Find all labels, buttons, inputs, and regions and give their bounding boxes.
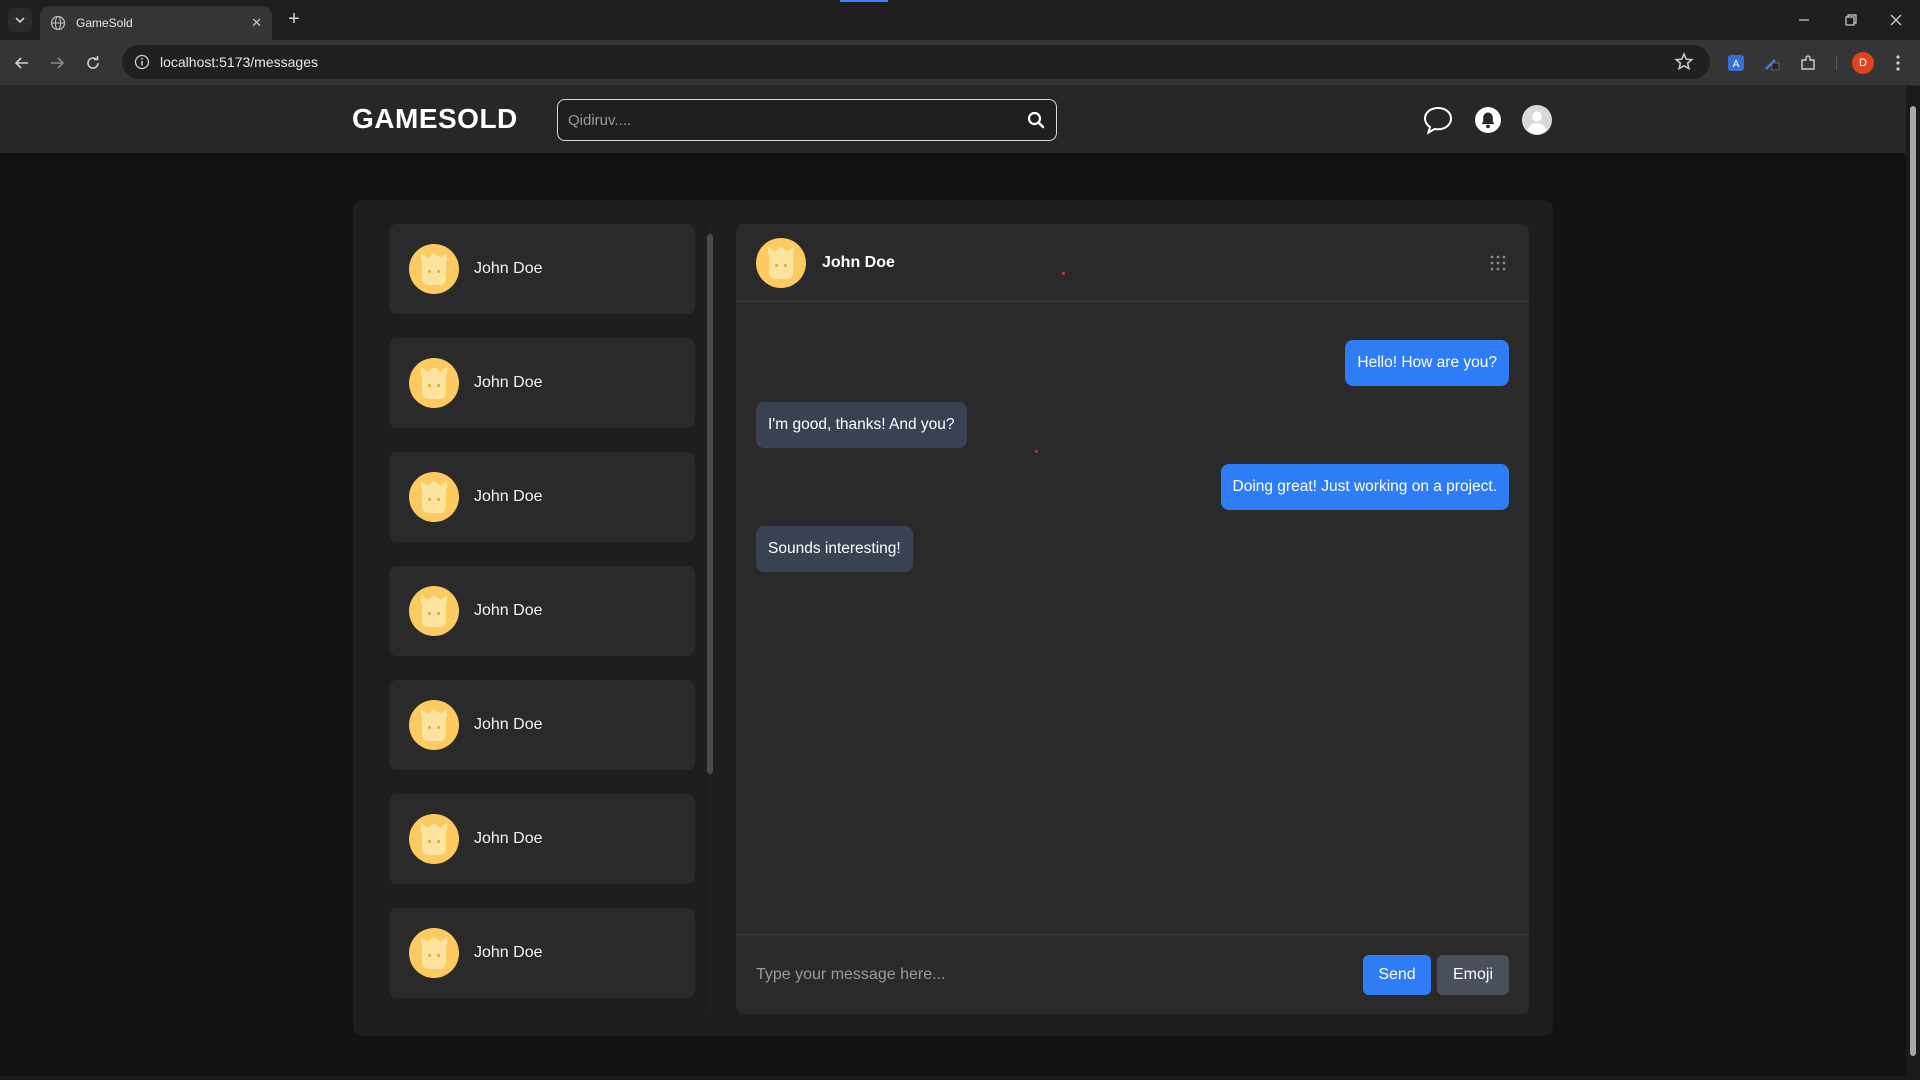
user-avatar-icon — [1522, 105, 1552, 135]
messages-panel: John Doe John Doe John Doe John Doe John Doe… — [353, 200, 1553, 1036]
contact-list-scrollbar[interactable] — [706, 224, 714, 1014]
contact-item[interactable]: John Doe — [389, 908, 695, 998]
browser-tab-bar: GameSold ✕ + — [0, 0, 1920, 40]
close-tab-icon[interactable]: ✕ — [251, 15, 262, 31]
search-bar — [557, 99, 1057, 141]
chat-window: John Doe Hello! How are you? I'm good, th… — [736, 224, 1529, 1014]
translate-extension[interactable]: A — [1724, 51, 1748, 75]
message-thread: Hello! How are you? I'm good, thanks! And… — [756, 340, 1509, 588]
url-text: localhost:5173/messages — [160, 54, 318, 70]
back-button[interactable] — [10, 51, 34, 75]
new-tab-button[interactable]: + — [283, 9, 305, 31]
message-input[interactable] — [756, 965, 1353, 984]
contact-item[interactable]: John Doe — [389, 224, 695, 314]
contact-avatar — [409, 244, 459, 294]
stray-dot — [1035, 450, 1038, 453]
contact-name: John Doe — [474, 602, 543, 619]
notifications-button[interactable] — [1472, 104, 1504, 136]
contact-avatar — [409, 814, 459, 864]
contact-avatar — [409, 586, 459, 636]
sent-message-bubble: Hello! How are you? — [1345, 340, 1509, 386]
contact-item[interactable]: John Doe — [389, 452, 695, 542]
more-vertical-icon — [1896, 55, 1900, 71]
restore-button[interactable] — [1841, 10, 1861, 30]
message-row: Doing great! Just working on a project. — [756, 464, 1509, 510]
contact-avatar — [409, 472, 459, 522]
site-header: GAMESOLD — [0, 86, 1906, 153]
reload-icon — [87, 56, 99, 69]
restore-icon — [1845, 14, 1857, 26]
tab-search-button[interactable] — [8, 8, 32, 32]
received-message-bubble: I'm good, thanks! And you? — [756, 402, 967, 448]
bookmark-button[interactable] — [1672, 50, 1696, 79]
close-window-button[interactable] — [1886, 10, 1906, 30]
dropper-icon — [1765, 59, 1780, 71]
contact-name: John Doe — [474, 374, 543, 391]
arrow-right-icon — [51, 57, 65, 69]
svg-text:A: A — [1733, 59, 1740, 70]
stray-dot — [1062, 272, 1065, 275]
globe-icon — [50, 15, 66, 31]
browser-tab[interactable]: GameSold ✕ — [40, 6, 272, 40]
forward-button[interactable] — [45, 51, 69, 75]
star-icon — [1674, 52, 1694, 71]
page-scrollbar-thumb[interactable] — [1910, 106, 1916, 1056]
user-profile-button[interactable] — [1521, 104, 1553, 136]
tab-activity-indicator — [840, 0, 888, 2]
bottom-edge — [0, 1076, 1906, 1080]
address-bar[interactable]: localhost:5173/messages — [122, 45, 1710, 79]
contact-name: John Doe — [474, 260, 543, 277]
contact-item[interactable]: John Doe — [389, 338, 695, 428]
contact-name: John Doe — [474, 830, 543, 847]
emoji-button[interactable]: Emoji — [1437, 954, 1509, 995]
contact-list[interactable]: John Doe John Doe John Doe John Doe John Doe… — [389, 224, 695, 1014]
contact-name: John Doe — [474, 488, 543, 505]
minimize-icon — [1799, 19, 1809, 21]
contact-avatar — [409, 700, 459, 750]
received-message-bubble: Sounds interesting! — [756, 526, 913, 572]
page-scrollbar[interactable] — [1906, 86, 1920, 1080]
site-info-icon[interactable] — [130, 50, 154, 74]
chat-contact-name: John Doe — [822, 253, 895, 271]
extensions-button[interactable] — [1796, 51, 1820, 75]
contact-item[interactable]: John Doe — [389, 680, 695, 770]
contact-item[interactable]: John Doe — [389, 566, 695, 656]
close-icon — [1890, 14, 1902, 26]
arrow-left-icon — [14, 57, 28, 69]
browser-menu-button[interactable] — [1886, 51, 1910, 75]
send-button[interactable]: Send — [1363, 954, 1431, 995]
message-row: Sounds interesting! — [756, 526, 1509, 572]
messages-button[interactable] — [1422, 104, 1454, 136]
contact-avatar — [409, 928, 459, 978]
toolbar-separator — [1836, 56, 1837, 70]
grid-menu-icon[interactable] — [1489, 254, 1507, 272]
puzzle-icon — [1801, 55, 1815, 70]
scrollbar-thumb[interactable] — [707, 234, 713, 774]
minimize-button[interactable] — [1794, 10, 1814, 30]
tab-title: GameSold — [76, 16, 133, 30]
message-row: Hello! How are you? — [756, 340, 1509, 386]
chat-bubble-icon — [1423, 106, 1453, 135]
browser-toolbar: localhost:5173/messages A D — [0, 40, 1920, 86]
color-picker-extension[interactable] — [1760, 51, 1784, 75]
site-logo[interactable]: GAMESOLD — [352, 103, 518, 135]
bell-icon — [1475, 107, 1501, 133]
search-icon[interactable] — [1026, 110, 1046, 130]
profile-avatar[interactable]: D — [1852, 52, 1874, 74]
contact-avatar — [409, 358, 459, 408]
chat-contact-avatar — [756, 237, 806, 288]
chevron-down-icon — [15, 17, 25, 24]
message-row: I'm good, thanks! And you? — [756, 402, 1509, 448]
translate-icon: A — [1728, 55, 1744, 71]
message-composer: Send Emoji — [736, 934, 1529, 1014]
reload-button[interactable] — [81, 51, 105, 75]
search-input[interactable] — [568, 111, 1026, 129]
contact-name: John Doe — [474, 944, 543, 961]
chat-header: John Doe — [736, 224, 1529, 302]
contact-name: John Doe — [474, 716, 543, 733]
contact-item[interactable]: John Doe — [389, 794, 695, 884]
info-icon — [134, 54, 150, 70]
sent-message-bubble: Doing great! Just working on a project. — [1220, 464, 1509, 510]
